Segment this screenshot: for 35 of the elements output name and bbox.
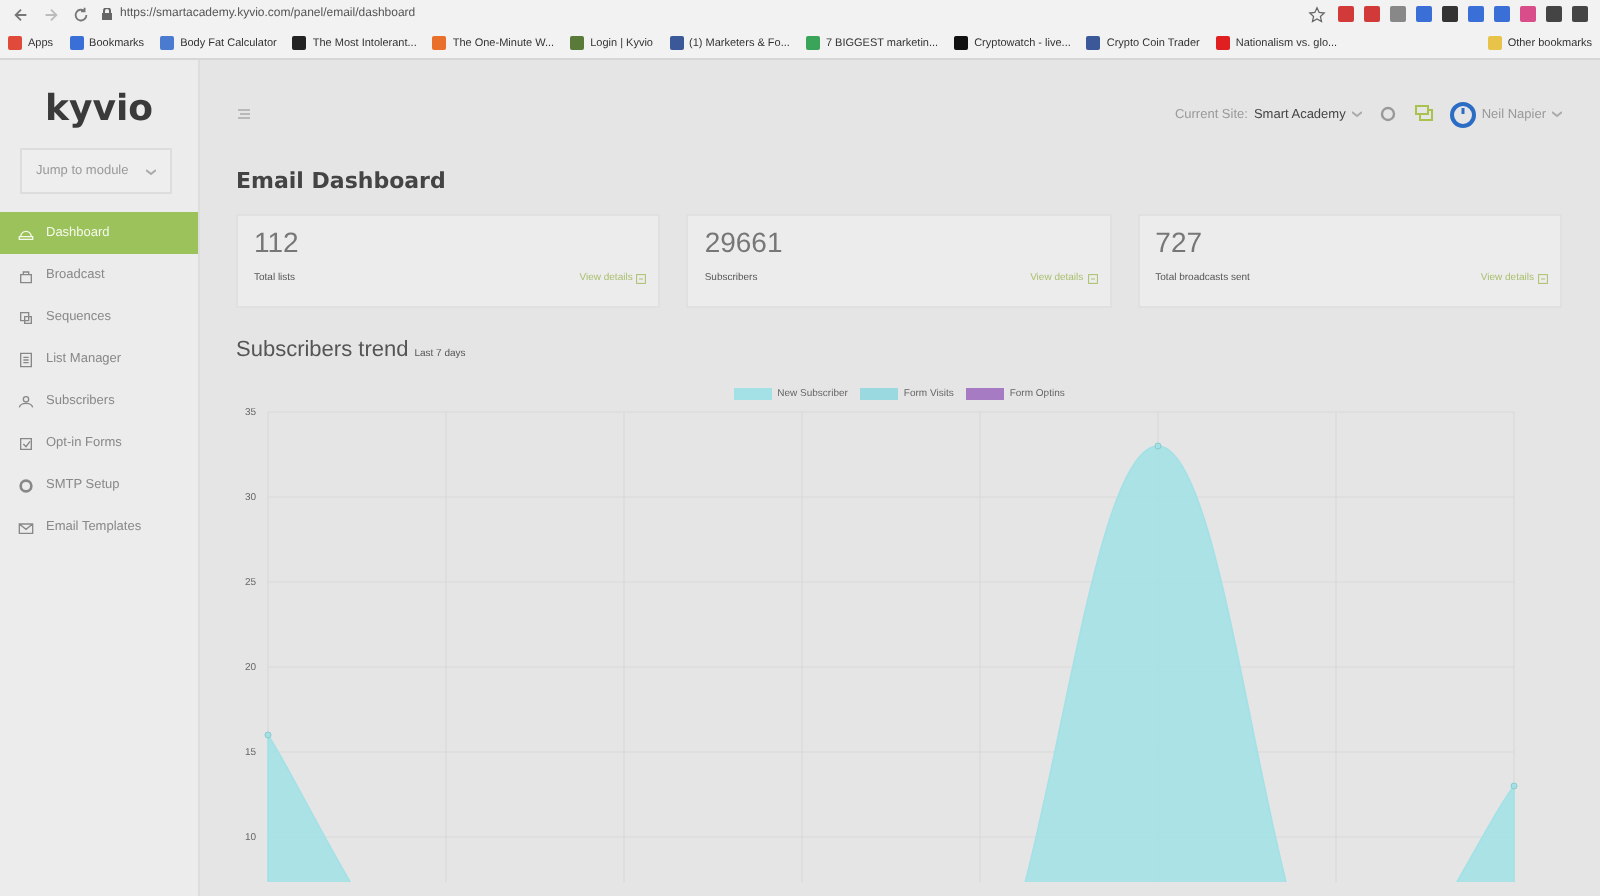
square-icon bbox=[1537, 273, 1548, 283]
forward-icon[interactable] bbox=[42, 5, 60, 23]
stat-value: 112 bbox=[254, 226, 301, 262]
data-point bbox=[1510, 782, 1518, 790]
back-icon[interactable] bbox=[12, 5, 30, 23]
star-icon[interactable] bbox=[1308, 5, 1326, 23]
stat-value: 29661 bbox=[704, 226, 785, 262]
legend-swatch[interactable] bbox=[733, 388, 772, 400]
stat-value: 727 bbox=[1155, 226, 1205, 262]
envelope-icon bbox=[18, 519, 34, 535]
chat-icon[interactable] bbox=[1413, 104, 1434, 124]
copy-icon bbox=[18, 309, 34, 325]
legend-swatch[interactable] bbox=[859, 388, 898, 400]
reload-icon[interactable] bbox=[72, 5, 90, 23]
data-point bbox=[1154, 442, 1162, 450]
lock-icon bbox=[102, 8, 112, 20]
data-point bbox=[264, 731, 272, 739]
legend-swatch[interactable] bbox=[965, 388, 1004, 400]
menu-icon[interactable] bbox=[236, 106, 252, 122]
dashboard-icon bbox=[18, 225, 34, 241]
caret-icon bbox=[1351, 110, 1362, 118]
square-icon bbox=[1087, 273, 1098, 283]
chart-title: Subscribers trend bbox=[236, 338, 409, 362]
list-icon bbox=[18, 351, 34, 367]
power-icon bbox=[1449, 101, 1476, 127]
caret-icon bbox=[1552, 110, 1562, 118]
user-icon bbox=[18, 393, 34, 409]
square-icon bbox=[636, 273, 647, 283]
page-title: Email Dashboard bbox=[236, 168, 448, 194]
circle-icon bbox=[18, 477, 34, 493]
briefcase-icon bbox=[18, 267, 34, 283]
checkbox-icon bbox=[18, 435, 34, 451]
logo: kyvio bbox=[45, 88, 153, 130]
caret-icon bbox=[146, 167, 156, 175]
folder-icon bbox=[1487, 36, 1502, 50]
